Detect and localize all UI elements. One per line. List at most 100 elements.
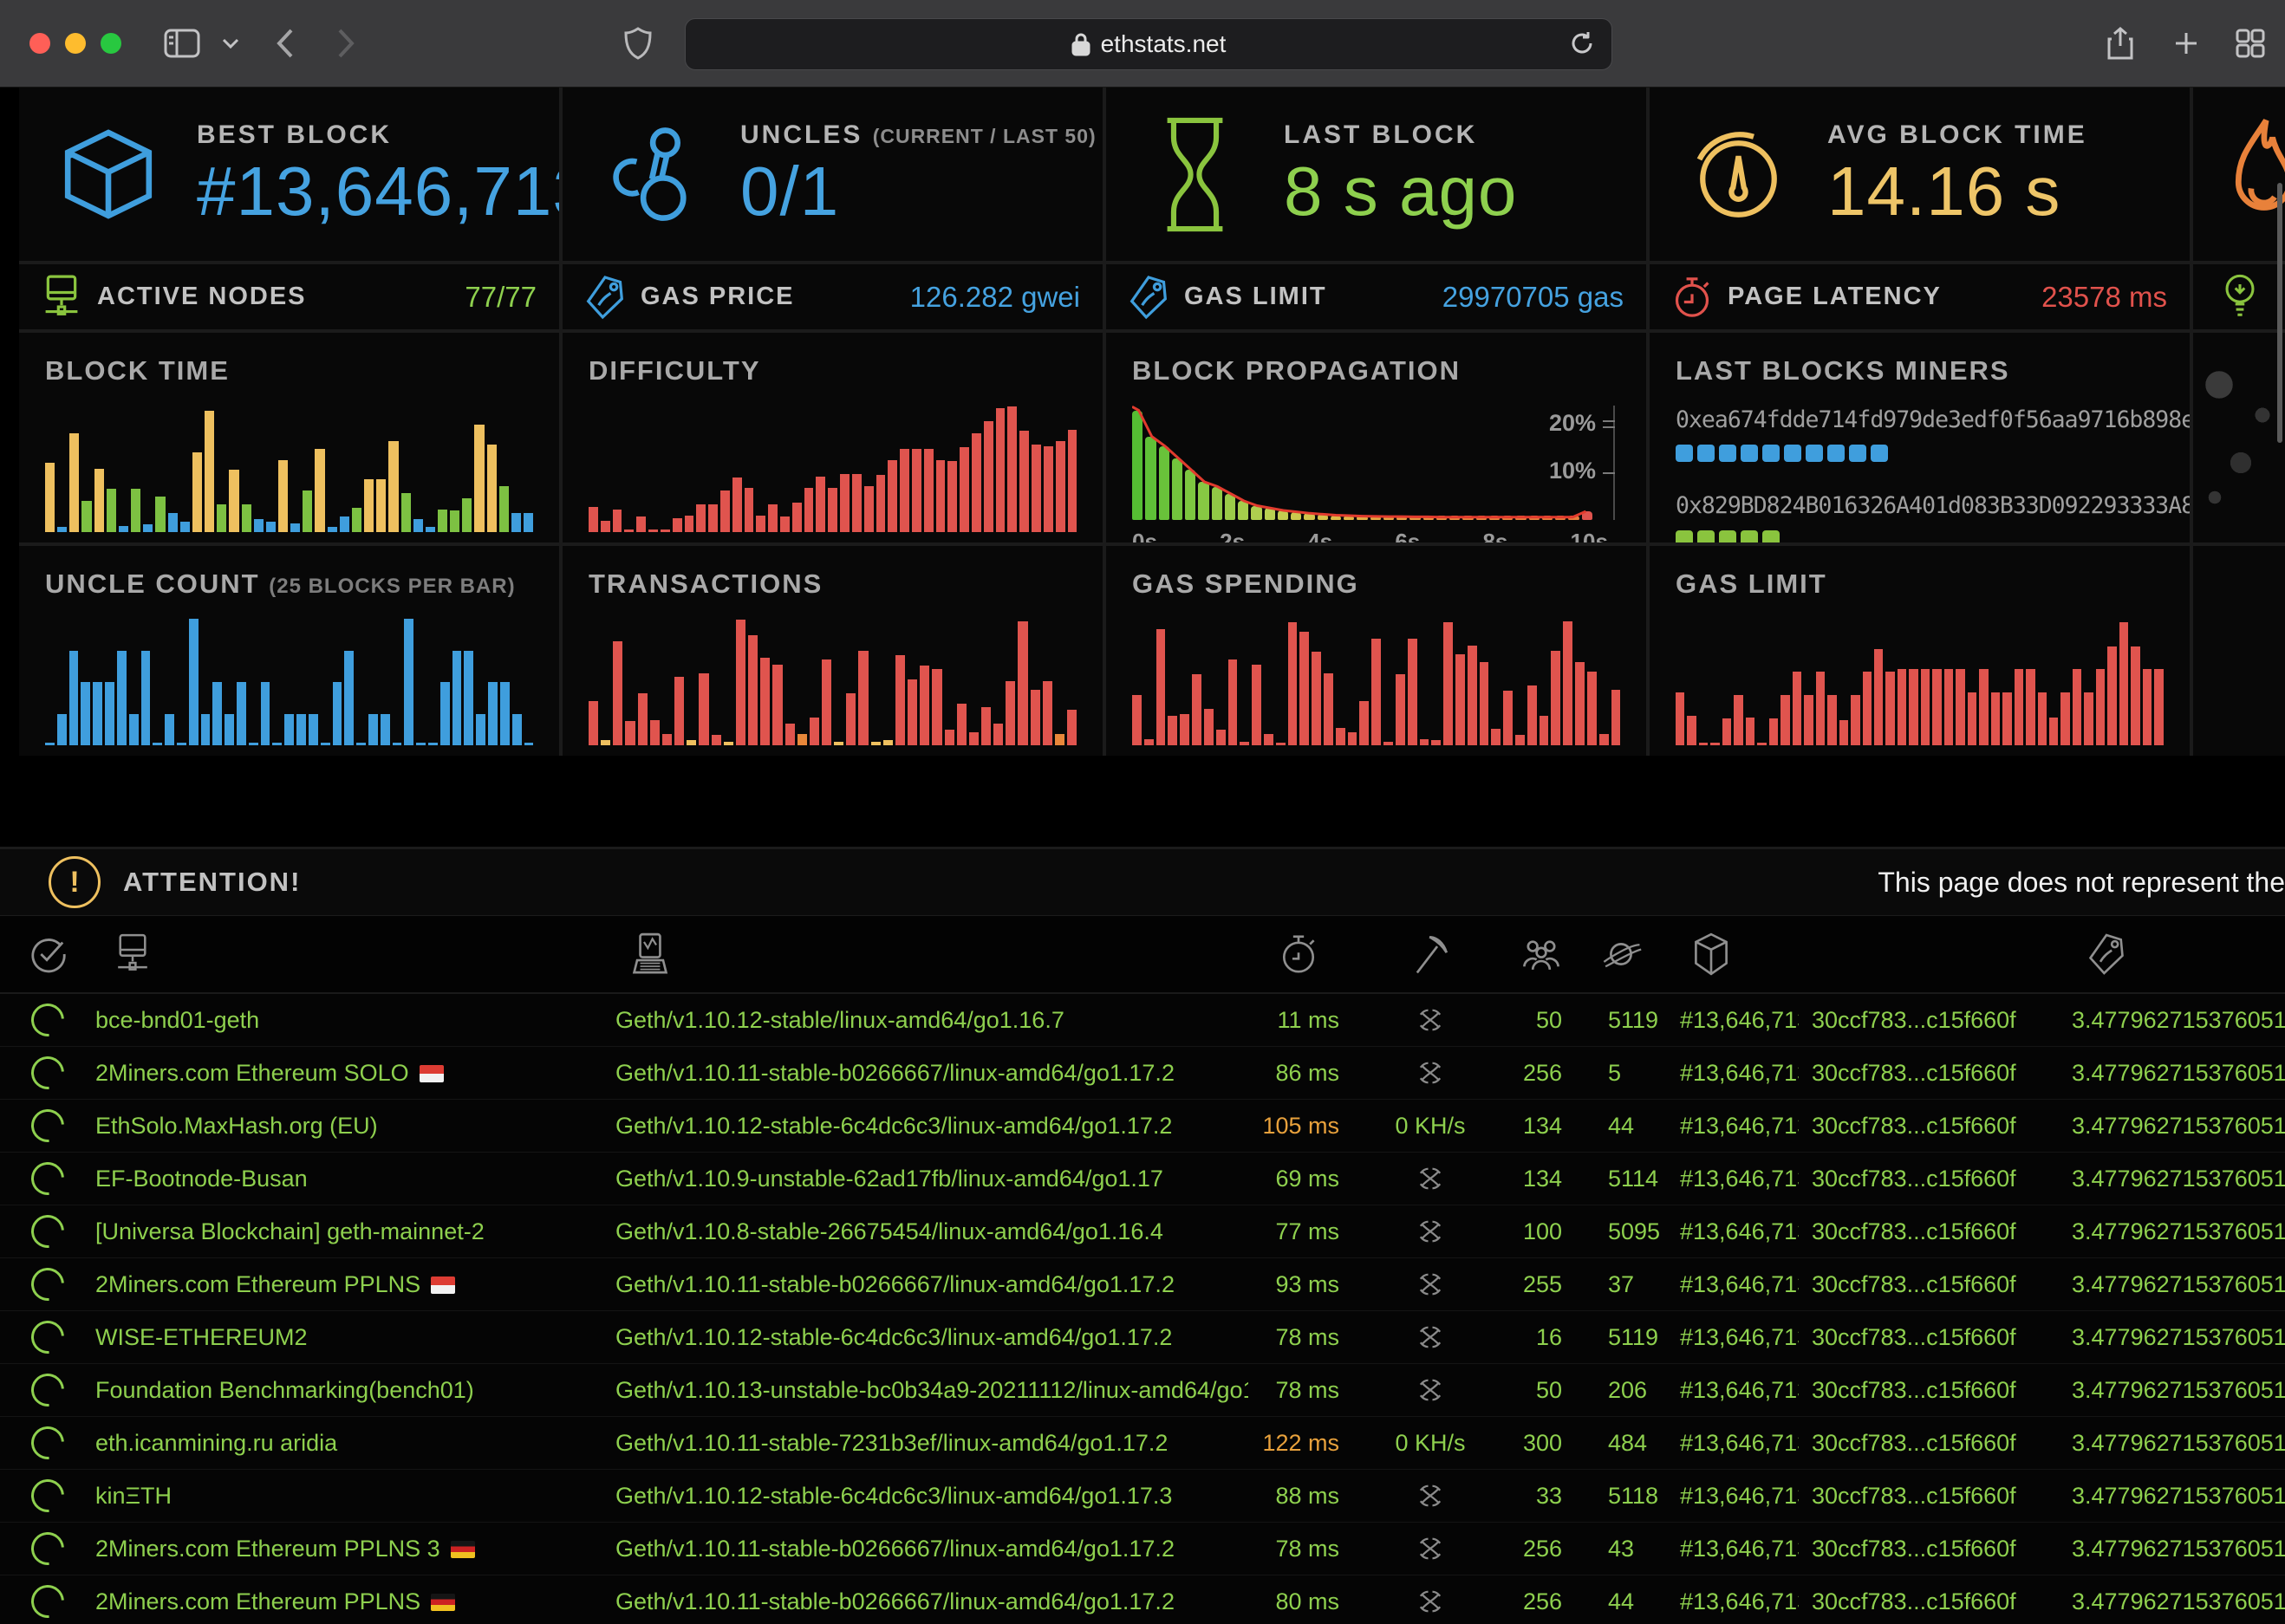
table-row[interactable]: WISE-ETHEREUM2 Geth/v1.10.12-stable-6c4d…	[0, 1311, 2285, 1364]
sidebar-menu-chevron[interactable]	[210, 23, 251, 64]
table-row[interactable]: kinΞTH Geth/v1.10.12-stable-6c4dc6c3/lin…	[0, 1470, 2285, 1523]
chart-bar	[828, 488, 837, 532]
node-status	[0, 1215, 95, 1248]
miner-block-square	[1784, 445, 1801, 462]
miners-list: 0xea674fdde714fd979de3edf0f56aa9716b898e…	[1676, 406, 2164, 542]
chart-bar	[487, 445, 497, 532]
chart-bar	[303, 490, 312, 532]
chart-bar	[296, 714, 306, 746]
new-tab-button[interactable]	[2165, 23, 2207, 64]
not-mining-icon	[1417, 1324, 1443, 1350]
chart-bar	[852, 474, 862, 532]
refresh-button[interactable]	[1565, 26, 1599, 61]
chart-bar	[45, 463, 55, 532]
chart-bar	[957, 704, 967, 745]
node-peers: 134	[1513, 1166, 1569, 1192]
table-row[interactable]: 2Miners.com Ethereum PPLNS Geth/v1.10.11…	[0, 1258, 2285, 1311]
chart-bar	[1780, 695, 1789, 745]
chart-bar	[1056, 441, 1065, 532]
gas-limit-value: 29970705 gas	[1442, 281, 1624, 314]
chart-bar	[883, 740, 893, 745]
node-latency: 80 ms	[1248, 1588, 1348, 1615]
node-total-difficulty: 3.477962715376051e+2	[2072, 1271, 2285, 1298]
zoom-window-button[interactable]	[101, 33, 121, 54]
table-row[interactable]: Foundation Benchmarking(bench01) Geth/v1…	[0, 1364, 2285, 1417]
node-block: #13,646,713	[1673, 1324, 1799, 1351]
chart-bar	[1251, 506, 1261, 521]
node-pending: 5095	[1569, 1218, 1673, 1245]
x-tick-label: 0s	[1132, 529, 1157, 542]
avg-block-time-value: 14.16 s	[1827, 155, 2087, 228]
chart-bar	[1264, 734, 1273, 745]
scrollbar-thumb[interactable]	[2277, 183, 2282, 443]
table-row[interactable]: EthSolo.MaxHash.org (EU) Geth/v1.10.12-s…	[0, 1100, 2285, 1153]
chart-bar	[1551, 651, 1560, 746]
chart-bar	[810, 718, 819, 745]
block-column-header	[1673, 932, 1799, 976]
minimize-window-button[interactable]	[65, 33, 86, 54]
table-row[interactable]: 2Miners.com Ethereum SOLO Geth/v1.10.11-…	[0, 1047, 2285, 1100]
share-button[interactable]	[2099, 23, 2141, 64]
chart-bar	[1804, 695, 1813, 745]
table-row[interactable]: eth.icanmining.ru aridia Geth/v1.10.11-s…	[0, 1417, 2285, 1470]
chart-bar	[225, 714, 234, 746]
chart-bar	[1192, 674, 1201, 745]
gas-limit-chart	[1676, 619, 2164, 745]
chart-bar	[119, 526, 128, 532]
node-mining	[1348, 1271, 1513, 1297]
chart-bar	[499, 486, 509, 532]
chart-bar	[1991, 692, 2000, 745]
chart-bar	[2073, 669, 2081, 745]
node-peers: 100	[1513, 1218, 1569, 1245]
node-client: Geth/v1.10.11-stable-b0266667/linux-amd6…	[615, 1588, 1248, 1615]
chart-bar	[650, 720, 660, 745]
status-ring-icon	[24, 1162, 71, 1195]
chart-bar	[1816, 672, 1825, 745]
chart-bar	[1468, 646, 1477, 745]
block-propagation-bars	[1132, 406, 1615, 520]
chart-bar	[1921, 669, 1930, 745]
chart-bar	[1587, 672, 1597, 745]
status-ring-icon	[24, 1215, 71, 1248]
tab-overview-button[interactable]	[2230, 23, 2271, 64]
uncle-count-chart-title: UNCLE COUNT (25 BLOCKS PER BAR)	[45, 568, 533, 600]
table-row[interactable]: [Universa Blockchain] geth-mainnet-2 Get…	[0, 1205, 2285, 1258]
chart-bar	[242, 504, 251, 532]
node-name: 2Miners.com Ethereum PPLNS 3	[95, 1536, 615, 1562]
node-block-hash: 30ccf783...c15f660f	[1799, 1588, 2072, 1615]
chart-bar	[1555, 516, 1566, 520]
chart-bar	[1502, 516, 1513, 520]
chart-bar	[524, 513, 533, 532]
status-column-header	[0, 934, 95, 974]
node-client: Geth/v1.10.12-stable-6c4dc6c3/linux-amd6…	[615, 1113, 1248, 1140]
pickaxe-icon	[1410, 932, 1450, 976]
forward-button[interactable]	[325, 23, 367, 64]
chart-bar	[900, 449, 909, 532]
chart-bar	[438, 510, 447, 532]
not-mining-icon	[1417, 1007, 1443, 1033]
miner-block-square	[1741, 530, 1758, 542]
status-ring-icon	[24, 1004, 71, 1036]
back-button[interactable]	[264, 23, 306, 64]
table-row[interactable]: 2Miners.com Ethereum PPLNS 3 Geth/v1.10.…	[0, 1523, 2285, 1575]
chart-bar	[1563, 621, 1572, 745]
chart-bar	[876, 475, 886, 532]
chart-bar	[1299, 632, 1309, 745]
laptop-icon	[631, 932, 669, 976]
panel-cutoff-bulb	[2193, 264, 2285, 329]
y-tick-label-10: 10%	[1549, 458, 1596, 484]
y-tick	[1603, 426, 1615, 428]
chart-bar	[1687, 716, 1696, 745]
node-block: #13,646,713	[1673, 1588, 1799, 1615]
miner-block-square	[1762, 445, 1780, 462]
address-bar[interactable]: ethstats.net	[685, 18, 1612, 70]
close-window-button[interactable]	[29, 33, 50, 54]
table-row[interactable]: EF-Bootnode-Busan Geth/v1.10.9-unstable-…	[0, 1153, 2285, 1205]
uncle-count-subtitle: (25 BLOCKS PER BAR)	[269, 575, 515, 598]
node-mining	[1348, 1377, 1513, 1403]
privacy-report-button[interactable]	[617, 23, 659, 64]
miner-block-square	[1849, 445, 1866, 462]
table-row[interactable]: bce-bnd01-geth Geth/v1.10.12-stable/linu…	[0, 994, 2285, 1047]
sidebar-toggle-button[interactable]	[161, 23, 203, 64]
table-row[interactable]: 2Miners.com Ethereum PPLNS Geth/v1.10.11…	[0, 1575, 2285, 1624]
